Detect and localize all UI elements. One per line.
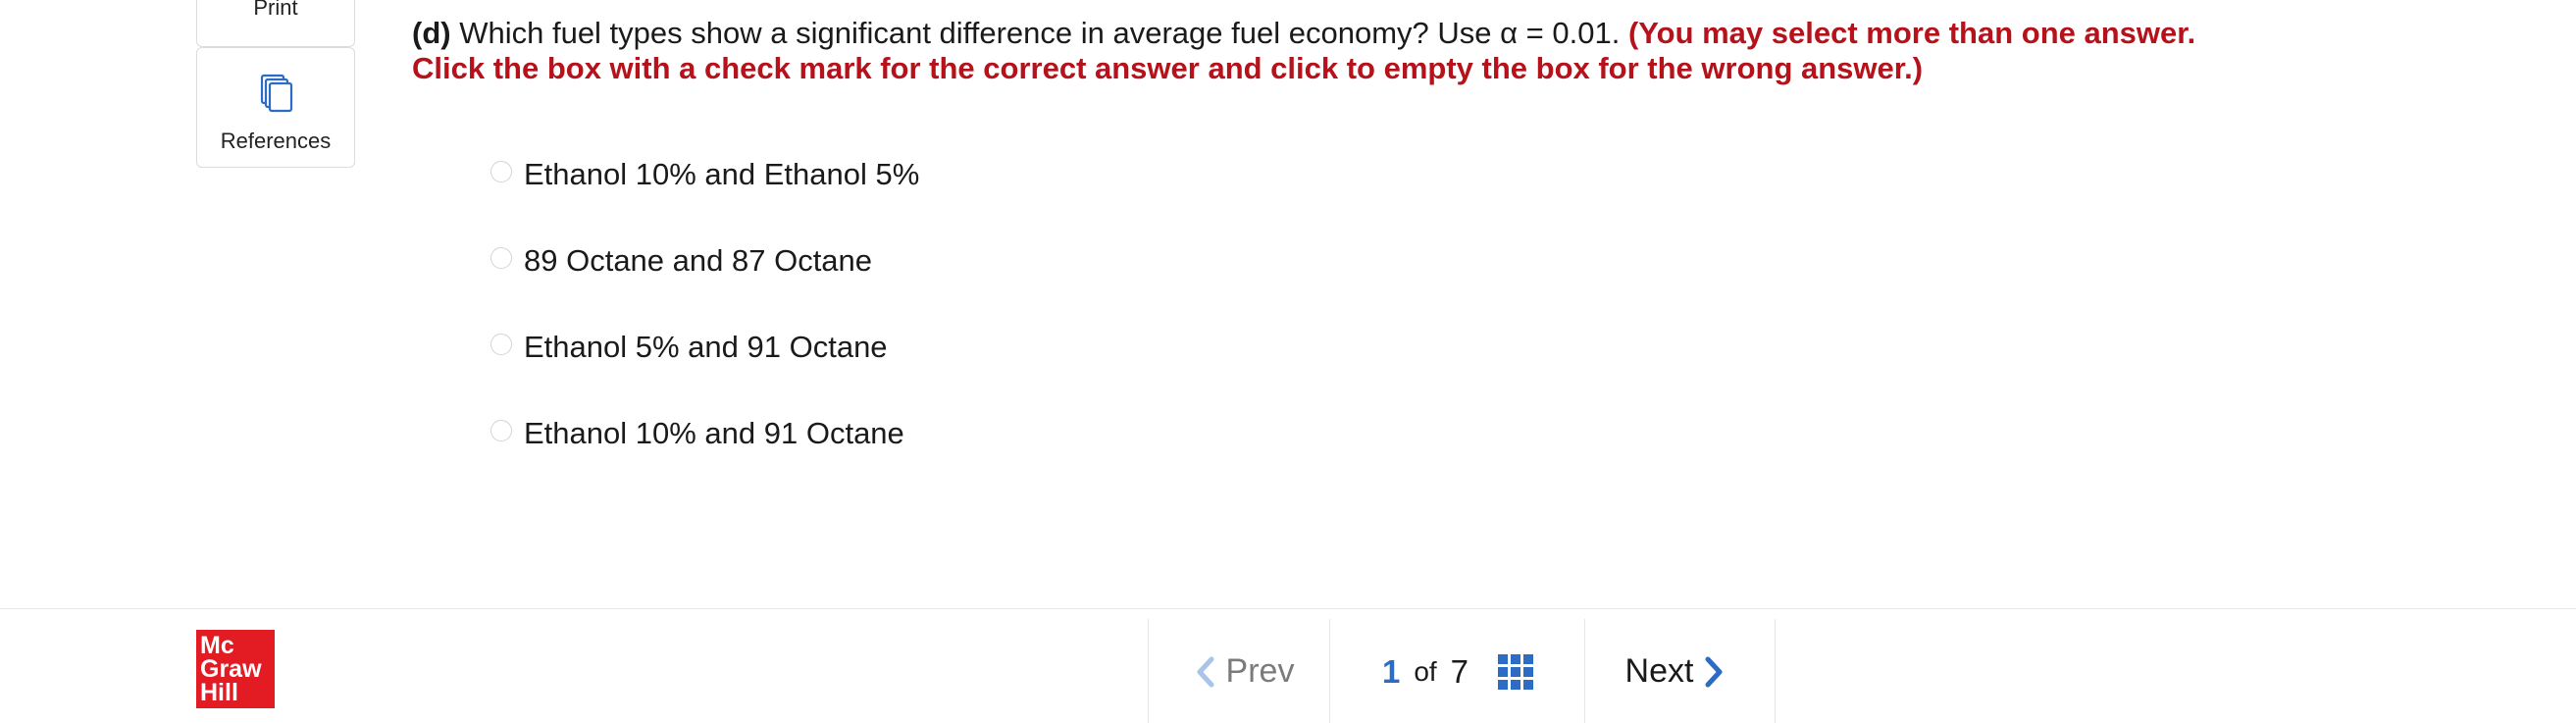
question-body: Which fuel types show a significant diff… — [459, 16, 1621, 50]
option-label: Ethanol 5% and 91 Octane — [524, 330, 888, 364]
chevron-left-icon — [1197, 656, 1214, 687]
next-button[interactable]: Next — [1584, 619, 1776, 723]
print-label: Print — [253, 0, 298, 20]
references-label: References — [220, 129, 332, 153]
answer-option[interactable]: Ethanol 10% and 91 Octane — [490, 412, 919, 455]
page-indicator[interactable]: 1 of 7 — [1329, 619, 1585, 723]
mcgraw-hill-logo: Mc Graw Hill — [196, 630, 275, 708]
current-page: 1 — [1381, 652, 1401, 690]
option-checkbox[interactable] — [490, 420, 512, 441]
answer-option[interactable]: Ethanol 5% and 91 Octane — [490, 326, 919, 369]
logo-line: Graw — [200, 655, 262, 683]
answer-options: Ethanol 10% and Ethanol 5% 89 Octane and… — [490, 153, 919, 498]
chevron-right-icon — [1705, 656, 1723, 687]
option-label: 89 Octane and 87 Octane — [524, 243, 873, 278]
copy-pages-icon — [260, 74, 293, 113]
option-checkbox[interactable] — [490, 247, 512, 269]
grid-icon[interactable] — [1498, 653, 1534, 690]
page: Print References (d) Which fuel types sh… — [0, 0, 2576, 723]
total-pages: 7 — [1450, 652, 1469, 690]
answer-option[interactable]: 89 Octane and 87 Octane — [490, 239, 919, 283]
option-checkbox[interactable] — [490, 334, 512, 355]
of-label: of — [1414, 655, 1437, 687]
prev-label: Prev — [1225, 652, 1295, 690]
prev-button[interactable]: Prev — [1148, 619, 1330, 723]
option-label: Ethanol 10% and 91 Octane — [524, 416, 904, 450]
question-text: (d) Which fuel types show a significant … — [412, 16, 2276, 86]
print-button[interactable]: Print — [196, 0, 355, 47]
logo-line: Mc — [200, 632, 234, 659]
logo-line: Hill — [200, 679, 238, 706]
answer-option[interactable]: Ethanol 10% and Ethanol 5% — [490, 153, 919, 196]
option-label: Ethanol 10% and Ethanol 5% — [524, 157, 920, 191]
question-part: (d) — [412, 16, 451, 50]
next-label: Next — [1624, 652, 1694, 690]
option-checkbox[interactable] — [490, 161, 512, 182]
footer: Mc Graw Hill Prev 1 of 7 Next — [0, 608, 2576, 723]
references-button[interactable]: References — [196, 47, 355, 168]
